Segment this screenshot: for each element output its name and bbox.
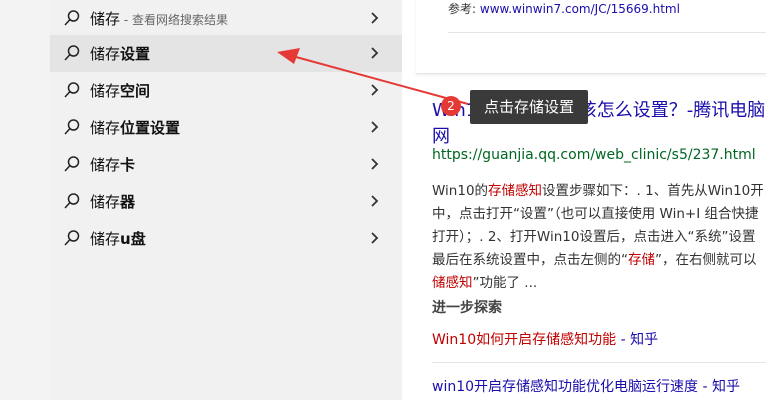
chevron-right-icon bbox=[371, 84, 379, 96]
suggestion-row-location-settings[interactable]: 储存位置设置 bbox=[50, 109, 402, 146]
search-icon bbox=[64, 10, 80, 26]
explore-link-1[interactable]: Win10如何开启存储感知功能 - 知乎 bbox=[432, 329, 658, 349]
previous-result-card: 参考: www.winwin7.com/JC/15669.html bbox=[416, 0, 766, 74]
suggestion-label: 储存空间 bbox=[90, 82, 151, 100]
chevron-right-icon bbox=[371, 232, 379, 244]
suggestion-row-usb[interactable]: 储存u盘 bbox=[50, 220, 402, 257]
explore-heading: 进一步探索 bbox=[432, 300, 502, 316]
divider bbox=[448, 32, 766, 33]
suggestion-row-web-results[interactable]: 储存 - 查看网络搜索结果 bbox=[50, 0, 402, 37]
search-icon bbox=[64, 193, 80, 209]
search-icon bbox=[64, 45, 80, 61]
search-icon bbox=[64, 119, 80, 135]
divider bbox=[432, 362, 766, 363]
suggestion-row-device[interactable]: 储存器 bbox=[50, 183, 402, 220]
suggestion-label: 储存 - 查看网络搜索结果 bbox=[90, 10, 228, 28]
chevron-right-icon bbox=[371, 158, 379, 170]
suggestion-label: 储存器 bbox=[90, 193, 136, 211]
chevron-right-icon bbox=[371, 121, 379, 133]
suggestion-row-space[interactable]: 储存空间 bbox=[50, 72, 402, 109]
suggestion-label: 储存卡 bbox=[90, 156, 136, 174]
search-icon bbox=[64, 230, 80, 246]
result-snippet: Win10的存储感知设置步骤如下：. 1、首先从Win10开 中，点击打开“设置… bbox=[432, 183, 764, 291]
reference-line: 参考: www.winwin7.com/JC/15669.html bbox=[448, 2, 680, 16]
step-number-badge: 2 bbox=[441, 96, 461, 116]
suggestion-row-card[interactable]: 储存卡 bbox=[50, 146, 402, 183]
chevron-right-icon bbox=[371, 195, 379, 207]
suggestion-label: 储存位置设置 bbox=[90, 119, 181, 137]
chevron-right-icon bbox=[371, 47, 379, 59]
annotation-tooltip: 点击存储设置 bbox=[470, 90, 588, 124]
left-edge-strip bbox=[0, 0, 51, 400]
explore-link-2[interactable]: win10开启存储感知功能优化电脑运行速度 - 知乎 bbox=[432, 376, 740, 396]
search-suggestions-panel: 储存 - 查看网络搜索结果 储存设置 储存空间 储存位置设置 储存卡 储存器 储… bbox=[50, 0, 402, 400]
suggestion-label: 储存设置 bbox=[90, 45, 151, 63]
result-url: https://guanjia.qq.com/web_clinic/s5/237… bbox=[432, 147, 756, 163]
suggestion-label: 储存u盘 bbox=[90, 230, 146, 248]
reference-link[interactable]: www.winwin7.com/JC/15669.html bbox=[480, 2, 680, 16]
chevron-right-icon bbox=[371, 12, 379, 24]
suggestion-row-settings[interactable]: 储存设置 bbox=[50, 35, 402, 72]
search-icon bbox=[64, 156, 80, 172]
search-icon bbox=[64, 82, 80, 98]
